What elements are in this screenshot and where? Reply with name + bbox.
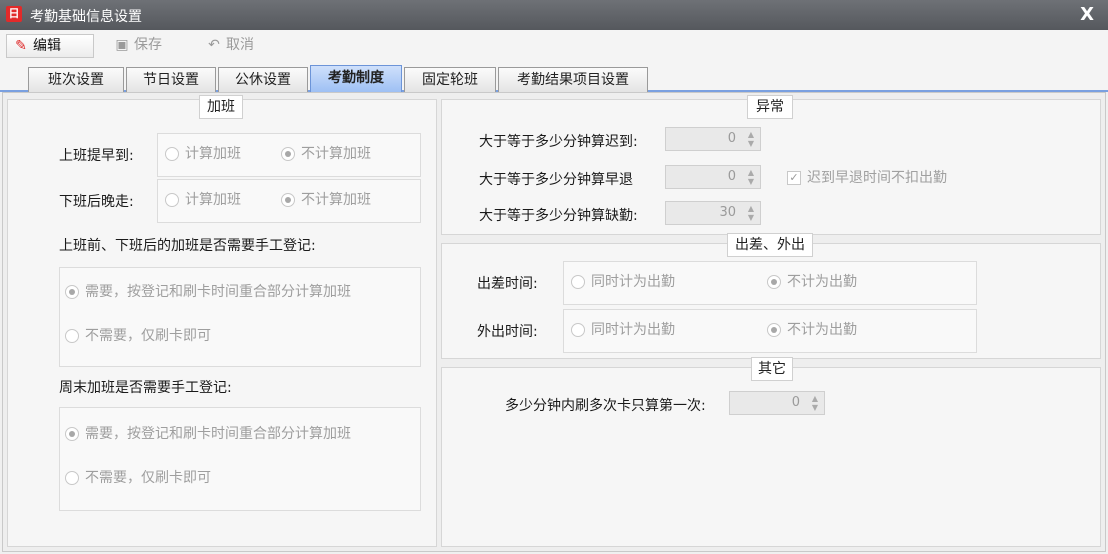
noneed-register-label-1: 不需要，仅刷卡即可 [85,328,211,344]
late-count-radio[interactable]: 计算加班 [165,191,241,209]
late-nocount-label: 不计算加班 [301,192,371,208]
early-leave-threshold-value: 0 [727,169,736,184]
late-threshold-value: 0 [727,131,736,146]
noneed-register-radio-2[interactable]: 不需要，仅刷卡即可 [65,469,211,487]
tab-result-items[interactable]: 考勤结果项目设置 [498,67,648,92]
trip-nocount-radio[interactable]: 不计为出勤 [767,273,857,291]
radio-selected-icon [281,147,295,161]
early-nocount-label: 不计算加班 [301,146,371,162]
trip-group-title: 出差、外出 [727,233,813,257]
early-leave-threshold-spinner[interactable]: 0 ▲ ▼ [665,165,761,189]
late-count-label: 计算加班 [185,192,241,208]
late-threshold-spinner[interactable]: 0 ▲ ▼ [665,127,761,151]
need-register-label-2: 需要，按登记和刷卡时间重合部分计算加班 [85,426,351,442]
early-arrival-label: 上班提早到: [59,148,134,164]
radio-icon [571,275,585,289]
radio-selected-icon [767,275,781,289]
trip-time-label: 出差时间: [477,276,538,292]
save-label: 保存 [134,37,162,53]
swipe-interval-spinner[interactable]: 0 ▲ ▼ [729,391,825,415]
out-time-label: 外出时间: [477,324,538,340]
manual-register-options-2 [59,407,421,511]
app-icon: 日 [6,6,22,22]
tab-content: 加班 上班提早到: 计算加班 不计算加班 下班后晚走: 计算加班 不计算加班 上… [2,92,1106,552]
early-count-label: 计算加班 [185,146,241,162]
radio-icon [65,329,79,343]
early-count-radio[interactable]: 计算加班 [165,145,241,163]
late-leave-label: 下班后晚走: [59,194,134,210]
out-count-label: 同时计为出勤 [591,322,675,338]
spinner-arrows-icon[interactable]: ▲ ▼ [808,394,822,412]
need-register-label-1: 需要，按登记和刷卡时间重合部分计算加班 [85,284,351,300]
tab-shift-settings[interactable]: 班次设置 [28,67,124,92]
radio-selected-icon [65,427,79,441]
radio-selected-icon [65,285,79,299]
undo-arrow-icon: ↶ [208,37,220,53]
spinner-arrows-icon[interactable]: ▲ ▼ [744,130,758,148]
window-title: 考勤基础信息设置 [30,9,142,25]
toolbar: ✎ 编辑 ▣ 保存 ↶ 取消 [0,30,1108,62]
tab-fixed-rotation[interactable]: 固定轮班 [404,67,496,92]
edit-button[interactable]: ✎ 编辑 [6,34,94,58]
no-deduct-checkbox[interactable]: ✓ 迟到早退时间不扣出勤 [787,169,947,187]
noneed-register-label-2: 不需要，仅刷卡即可 [85,470,211,486]
late-threshold-label: 大于等于多少分钟算迟到: [479,134,638,150]
tab-rest-settings[interactable]: 公休设置 [218,67,308,92]
early-nocount-radio[interactable]: 不计算加班 [281,145,371,163]
abnormal-group-title: 异常 [747,95,793,119]
absent-threshold-value: 30 [719,205,736,220]
radio-selected-icon [281,193,295,207]
manual-register-question-2: 周末加班是否需要手工登记: [59,380,232,396]
late-nocount-radio[interactable]: 不计算加班 [281,191,371,209]
cancel-label: 取消 [226,37,254,53]
title-bar: 日 考勤基础信息设置 X [0,0,1108,30]
close-button[interactable]: X [1080,4,1094,25]
noneed-register-radio-1[interactable]: 不需要，仅刷卡即可 [65,327,211,345]
trip-count-radio[interactable]: 同时计为出勤 [571,273,675,291]
need-register-radio-2[interactable]: 需要，按登记和刷卡时间重合部分计算加班 [65,425,351,443]
radio-selected-icon [767,323,781,337]
settings-window: 日 考勤基础信息设置 X ✎ 编辑 ▣ 保存 ↶ 取消 班次设置 节日设置 公休… [0,0,1108,554]
swipe-interval-label: 多少分钟内刷多次卡只算第一次: [505,398,706,414]
other-group-title: 其它 [751,357,793,381]
tab-attendance-rules[interactable]: 考勤制度 [310,65,402,92]
radio-icon [571,323,585,337]
edit-label: 编辑 [33,38,61,54]
swipe-interval-value: 0 [791,395,800,410]
floppy-disk-icon: ▣ [115,37,129,53]
out-nocount-radio[interactable]: 不计为出勤 [767,321,857,339]
overtime-group-title: 加班 [199,95,243,119]
absent-threshold-label: 大于等于多少分钟算缺勤: [479,208,638,224]
manual-register-question-1: 上班前、下班后的加班是否需要手工登记: [59,238,316,254]
pencil-icon: ✎ [15,38,27,54]
spinner-arrows-icon[interactable]: ▲ ▼ [744,168,758,186]
tab-holiday-settings[interactable]: 节日设置 [126,67,216,92]
spinner-arrows-icon[interactable]: ▲ ▼ [744,204,758,222]
out-count-radio[interactable]: 同时计为出勤 [571,321,675,339]
checkmark-icon: ✓ [787,171,801,185]
radio-icon [165,147,179,161]
radio-icon [65,471,79,485]
tab-bar: 班次设置 节日设置 公休设置 考勤制度 固定轮班 考勤结果项目设置 [0,62,1108,92]
radio-icon [165,193,179,207]
need-register-radio-1[interactable]: 需要，按登记和刷卡时间重合部分计算加班 [65,283,351,301]
save-button[interactable]: ▣ 保存 [108,34,184,58]
trip-nocount-label: 不计为出勤 [787,274,857,290]
absent-threshold-spinner[interactable]: 30 ▲ ▼ [665,201,761,225]
manual-register-options-1 [59,267,421,367]
trip-count-label: 同时计为出勤 [591,274,675,290]
early-leave-threshold-label: 大于等于多少分钟算早退 [479,172,633,188]
out-nocount-label: 不计为出勤 [787,322,857,338]
no-deduct-label: 迟到早退时间不扣出勤 [807,170,947,186]
cancel-button[interactable]: ↶ 取消 [200,34,280,58]
